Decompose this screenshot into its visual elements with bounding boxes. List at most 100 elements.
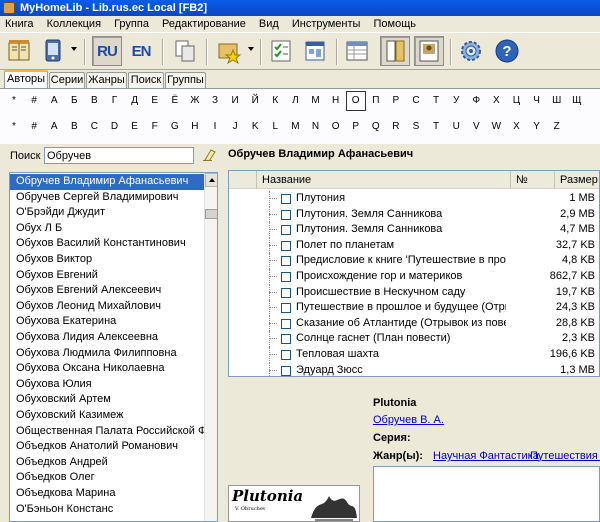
menu-help[interactable]: Помощь: [369, 16, 422, 32]
author-list-item[interactable]: Обуховский Казимеж: [10, 408, 206, 424]
book-row[interactable]: Сказание об Атлантиде (Отрывок из повест…: [229, 315, 599, 332]
menu-book[interactable]: Книга: [0, 16, 39, 32]
cyrillic-letter-button[interactable]: Ш: [547, 91, 567, 111]
cyrillic-letter-button[interactable]: В: [84, 91, 104, 111]
layout-button[interactable]: [300, 36, 330, 66]
column-number[interactable]: №: [511, 171, 555, 189]
author-list-item[interactable]: Объедков Андрей: [10, 455, 206, 471]
settings-button[interactable]: [456, 36, 486, 66]
author-list-item[interactable]: Обухова Лидия Алексеевна: [10, 330, 206, 346]
author-list-item[interactable]: Обухов Леонид Михайлович: [10, 299, 206, 315]
book-checkbox[interactable]: [281, 365, 291, 376]
author-list-item[interactable]: Объедкова Марина: [10, 486, 206, 502]
tree-view-button[interactable]: [380, 36, 410, 66]
cyrillic-letter-button[interactable]: Г: [105, 91, 125, 111]
favorites-dropdown-arrow[interactable]: [248, 47, 254, 51]
send-to-device-button[interactable]: [38, 36, 68, 66]
latin-letter-button[interactable]: T: [426, 117, 446, 137]
genre-link-science-fiction[interactable]: Научная Фантастика: [433, 450, 539, 462]
cyrillic-letter-button[interactable]: #: [24, 91, 44, 111]
latin-letter-button[interactable]: K: [245, 117, 265, 137]
author-list-item[interactable]: Обухов Виктор: [10, 252, 206, 268]
author-list-item[interactable]: Общественная Палата Российской Федерации: [10, 424, 206, 440]
table-view-button[interactable]: [342, 36, 372, 66]
book-checkbox[interactable]: [281, 287, 291, 298]
cyrillic-letter-button[interactable]: Б: [64, 91, 84, 111]
book-checkbox[interactable]: [281, 272, 291, 282]
cyrillic-letter-button[interactable]: Щ: [567, 91, 587, 111]
column-name[interactable]: Название: [257, 171, 511, 189]
latin-letter-button[interactable]: W: [486, 117, 506, 137]
book-row[interactable]: Происшествие в Нескучном саду 19,7 KB: [229, 284, 599, 301]
author-list-item[interactable]: Обручев Владимир Афанасьевич: [10, 174, 206, 190]
book-checkbox[interactable]: [281, 194, 291, 204]
cyrillic-letter-button[interactable]: Р: [386, 91, 406, 111]
book-checkbox[interactable]: [281, 209, 291, 220]
cyrillic-letter-button[interactable]: Е: [145, 91, 165, 111]
en-alphabet-button[interactable]: EN: [126, 36, 156, 66]
cyrillic-letter-button[interactable]: *: [4, 91, 24, 111]
author-list-item[interactable]: Объедков Анатолий Романович: [10, 439, 206, 455]
read-book-button[interactable]: [4, 36, 34, 66]
menu-group[interactable]: Группа: [109, 16, 154, 32]
author-list-item[interactable]: Обухов Евгений: [10, 268, 206, 284]
latin-letter-button[interactable]: #: [24, 117, 44, 137]
tab-series[interactable]: Серии: [49, 72, 85, 88]
book-checkbox[interactable]: [281, 240, 291, 251]
latin-letter-button[interactable]: F: [145, 117, 165, 137]
cyrillic-letter-button[interactable]: О: [345, 91, 366, 111]
search-input[interactable]: [44, 147, 194, 164]
latin-letter-button[interactable]: Y: [527, 117, 547, 137]
tab-authors[interactable]: Авторы: [4, 70, 48, 88]
eraser-icon[interactable]: [202, 149, 216, 161]
menu-collection[interactable]: Коллекция: [42, 16, 106, 32]
tab-genres[interactable]: Жанры: [86, 72, 127, 88]
author-list-item[interactable]: Обухова Людмила Филипповна: [10, 346, 206, 362]
author-list-item[interactable]: О'Бэньон Констанс: [10, 502, 206, 518]
latin-letter-button[interactable]: G: [165, 117, 185, 137]
copy-button[interactable]: [170, 36, 200, 66]
book-checkbox[interactable]: [281, 334, 291, 345]
book-author-link[interactable]: Обручев В. А.: [373, 414, 444, 426]
column-tree[interactable]: [229, 171, 257, 189]
menu-edit[interactable]: Редактирование: [157, 16, 251, 32]
author-list-scrollbar[interactable]: [204, 173, 217, 521]
author-list-item[interactable]: Обухов Евгений Алексеевич: [10, 283, 206, 299]
help-button[interactable]: ?: [492, 36, 522, 66]
genre-link-travel[interactable]: Путешествия и: [530, 450, 600, 462]
cyrillic-letter-button[interactable]: К: [265, 91, 285, 111]
book-list[interactable]: Название № Размер Плутония 1 MB Плутония. …: [228, 170, 600, 377]
book-row[interactable]: Плутония. Земля Санникова 2,9 MB: [229, 206, 599, 223]
ru-alphabet-button[interactable]: RU: [92, 36, 122, 66]
cyrillic-letter-button[interactable]: М: [306, 91, 326, 111]
latin-letter-button[interactable]: J: [225, 117, 245, 137]
author-list-item[interactable]: Объедков Олег: [10, 470, 206, 486]
book-checkbox[interactable]: [281, 256, 291, 267]
column-size[interactable]: Размер: [555, 171, 599, 189]
book-row[interactable]: Солнце гаснет (План повести) 2,3 KB: [229, 331, 599, 347]
author-list-item[interactable]: Обуховский Артем: [10, 392, 206, 408]
latin-letter-button[interactable]: P: [346, 117, 366, 137]
latin-letter-button[interactable]: A: [44, 117, 64, 137]
latin-letter-button[interactable]: L: [265, 117, 285, 137]
menu-view[interactable]: Вид: [254, 16, 284, 32]
author-list[interactable]: Обручев Владимир Афанасьевич Обручев Серг…: [9, 172, 218, 522]
latin-letter-button[interactable]: E: [125, 117, 145, 137]
latin-letter-button[interactable]: X: [507, 117, 527, 137]
cyrillic-letter-button[interactable]: Ц: [507, 91, 527, 111]
scroll-up-button[interactable]: [205, 173, 217, 187]
cyrillic-letter-button[interactable]: З: [205, 91, 225, 111]
cyrillic-letter-button[interactable]: И: [225, 91, 245, 111]
menu-tools[interactable]: Инструменты: [287, 16, 366, 32]
cyrillic-letter-button[interactable]: Й: [245, 91, 265, 111]
latin-letter-button[interactable]: Q: [366, 117, 386, 137]
author-list-item[interactable]: Обручев Сергей Владимирович: [10, 190, 206, 206]
cyrillic-letter-button[interactable]: С: [406, 91, 426, 111]
cyrillic-letter-button[interactable]: Д: [125, 91, 145, 111]
cyrillic-letter-button[interactable]: Н: [326, 91, 346, 111]
cyrillic-letter-button[interactable]: Х: [486, 91, 506, 111]
book-row[interactable]: Плутония 1 MB: [229, 191, 599, 207]
cyrillic-letter-button[interactable]: Ё: [165, 91, 185, 111]
cyrillic-letter-button[interactable]: У: [446, 91, 466, 111]
author-list-item[interactable]: Обухова Екатерина: [10, 314, 206, 330]
